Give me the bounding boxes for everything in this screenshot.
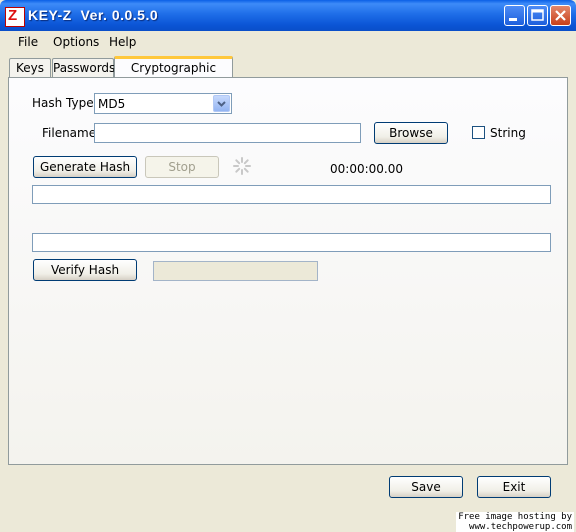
close-button[interactable]	[550, 5, 571, 26]
exit-button[interactable]: Exit	[477, 476, 551, 498]
maximize-icon	[531, 9, 544, 21]
menu-bar: File Options Help	[4, 31, 572, 53]
menu-options[interactable]: Options	[53, 35, 99, 49]
exit-label: Exit	[502, 480, 526, 494]
generate-hash-button[interactable]: Generate Hash	[33, 156, 137, 178]
hash-panel: Hash Type MD5 Filename Browse String Gen…	[8, 77, 568, 465]
browse-button[interactable]: Browse	[374, 122, 448, 144]
maximize-button[interactable]	[527, 5, 548, 26]
window-title: KEY-Z Ver. 0.0.5.0	[28, 7, 159, 23]
tab-keys[interactable]: Keys	[9, 58, 51, 77]
tab-passwords[interactable]: Passwords	[52, 58, 115, 77]
z-logo-icon[interactable]: Z	[5, 7, 25, 27]
watermark-line-1: Free image hosting by	[458, 512, 572, 522]
watermark-line-2: www.techpowerup.com	[469, 522, 572, 532]
hash-type-select[interactable]: MD5	[94, 93, 232, 114]
verify-result-field	[153, 261, 318, 281]
save-label: Save	[411, 480, 441, 494]
busy-spinner-icon	[233, 157, 251, 175]
menu-help[interactable]: Help	[109, 35, 136, 49]
stop-button[interactable]: Stop	[145, 156, 219, 178]
hash-type-value: MD5	[98, 97, 126, 111]
verify-hash-button[interactable]: Verify Hash	[33, 259, 137, 281]
hash-output-field[interactable]	[32, 185, 551, 204]
menu-file[interactable]: File	[18, 35, 38, 49]
filename-label: Filename	[42, 126, 97, 140]
elapsed-time: 00:00:00.00	[330, 162, 403, 176]
filename-input[interactable]	[94, 123, 361, 143]
save-button[interactable]: Save	[389, 476, 463, 498]
string-checkbox[interactable]	[472, 126, 485, 139]
minimize-icon	[509, 18, 517, 21]
hash-type-label: Hash Type	[32, 96, 94, 110]
string-label: String	[490, 126, 526, 140]
tab-cryptographic-hashes[interactable]: Cryptographic Hashes	[114, 56, 233, 93]
stop-label: Stop	[168, 160, 196, 174]
browse-label: Browse	[389, 126, 433, 140]
verify-hash-input[interactable]	[32, 233, 551, 252]
watermark-text: Free image hosting by www.techpowerup.co…	[456, 512, 574, 532]
generate-hash-label: Generate Hash	[39, 160, 131, 174]
title-bar[interactable]: Z KEY-Z Ver. 0.0.5.0	[0, 0, 576, 31]
chevron-down-icon[interactable]	[213, 95, 230, 112]
close-icon	[555, 10, 566, 21]
verify-hash-label: Verify Hash	[50, 263, 120, 277]
minimize-button[interactable]	[504, 5, 525, 26]
app-window: Z KEY-Z Ver. 0.0.5.0 File Options Help K…	[0, 0, 576, 532]
